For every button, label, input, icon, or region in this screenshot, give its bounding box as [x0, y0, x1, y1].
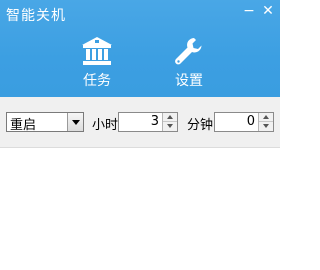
minimize-button[interactable]: − [241, 3, 257, 19]
hours-decrement-icon[interactable] [163, 122, 177, 131]
minutes-increment-icon[interactable] [259, 113, 273, 122]
hours-spin-buttons [162, 113, 177, 131]
nav-settings-label: 设置 [175, 73, 203, 89]
nav-tasks-button[interactable]: 任务 [72, 36, 122, 92]
minutes-stepper[interactable]: 0 [214, 112, 274, 132]
minutes-spin-buttons [258, 113, 273, 131]
minutes-value: 0 [246, 114, 255, 129]
bank-icon [82, 37, 112, 65]
wrench-icon [175, 38, 202, 65]
hours-increment-icon[interactable] [163, 113, 177, 122]
content-area [0, 148, 280, 270]
action-select-value: 重启 [10, 118, 37, 133]
close-button[interactable]: ✕ [260, 3, 276, 19]
hours-stepper[interactable]: 3 [118, 112, 178, 132]
nav-settings-button[interactable]: 设置 [164, 36, 214, 92]
hours-label: 小时 [92, 118, 119, 133]
minutes-label: 分钟 [187, 118, 214, 133]
timer-controls: 重启 小时 3 分钟 0 [0, 97, 280, 148]
window-title: 智能关机 [6, 8, 66, 24]
app-window: 智能关机 − ✕ 任务 设置 重启 小时 3 分钟 0 [0, 0, 280, 270]
header: 智能关机 − ✕ 任务 设置 [0, 0, 280, 97]
hours-value: 3 [150, 114, 159, 129]
action-select[interactable]: 重启 [6, 112, 84, 133]
minutes-decrement-icon[interactable] [259, 122, 273, 131]
chevron-down-icon[interactable] [67, 113, 83, 131]
nav-tasks-label: 任务 [83, 73, 111, 89]
